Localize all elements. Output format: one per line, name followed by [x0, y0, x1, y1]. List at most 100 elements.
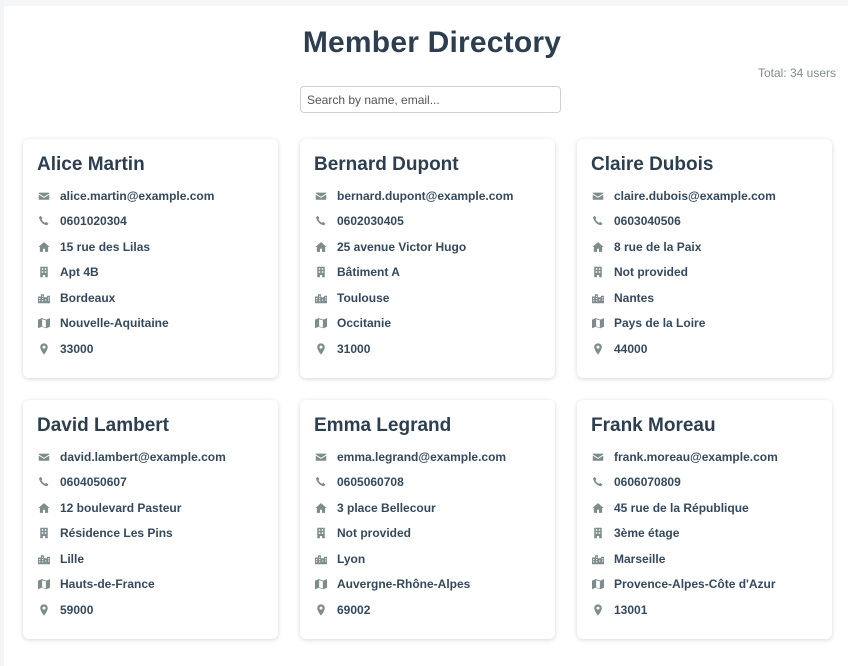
page-title: Member Directory	[302, 26, 562, 59]
member-region: Nouvelle-Aquitaine	[60, 316, 169, 331]
member-postal-code: 31000	[337, 341, 371, 356]
member-region: Auvergne-Rhône-Alpes	[337, 577, 471, 592]
member-name: Frank Moreau	[591, 415, 716, 436]
member-address-row: 15 rue des Lilas	[37, 234, 264, 260]
member-city-row: Lille	[37, 546, 264, 572]
phone-icon	[37, 475, 51, 489]
member-email: frank.moreau@example.com	[614, 449, 778, 464]
member-postal-code-row: 59000	[37, 597, 264, 623]
member-address-line2-row: Bâtiment A	[314, 260, 541, 286]
member-phone: 0602030405	[337, 214, 404, 229]
member-address-row: 25 avenue Victor Hugo	[314, 234, 541, 260]
phone-icon	[314, 475, 328, 489]
home-icon	[37, 501, 51, 515]
city-icon	[591, 552, 605, 566]
member-address-row: 45 rue de la République	[591, 495, 818, 521]
city-icon	[37, 552, 51, 566]
member-phone: 0601020304	[60, 214, 127, 229]
member-postal-code-row: 69002	[314, 597, 541, 623]
phone-icon	[37, 214, 51, 228]
member-address-line2-row: Apt 4B	[37, 260, 264, 286]
member-address-line2: Apt 4B	[60, 265, 99, 280]
member-address: 3 place Bellecour	[337, 500, 436, 515]
home-icon	[37, 240, 51, 254]
member-region-row: Nouvelle-Aquitaine	[37, 311, 264, 337]
location-pin-icon	[37, 603, 51, 617]
city-icon	[591, 291, 605, 305]
email-icon	[314, 450, 328, 464]
member-city: Lyon	[337, 551, 366, 566]
member-postal-code: 59000	[60, 602, 94, 617]
member-region: Occitanie	[337, 316, 392, 331]
location-pin-icon	[591, 342, 605, 356]
email-icon	[591, 189, 605, 203]
member-postal-code-row: 31000	[314, 336, 541, 362]
member-region: Hauts-de-France	[60, 577, 155, 592]
member-address-line2: Bâtiment A	[337, 265, 400, 280]
member-phone: 0606070809	[614, 475, 681, 490]
member-postal-code-row: 44000	[591, 336, 818, 362]
map-icon	[314, 577, 328, 591]
member-phone: 0605060708	[337, 475, 404, 490]
member-region-row: Provence-Alpes-Côte d'Azur	[591, 572, 818, 598]
map-icon	[37, 577, 51, 591]
member-city: Nantes	[614, 290, 655, 305]
map-icon	[591, 316, 605, 330]
member-phone-row: 0603040506	[591, 209, 818, 235]
member-postal-code: 69002	[337, 602, 371, 617]
member-email-row: bernard.dupont@example.com	[314, 183, 541, 209]
phone-icon	[591, 475, 605, 489]
member-address-line2-row: Not provided	[314, 521, 541, 547]
member-phone-row: 0601020304	[37, 209, 264, 235]
member-address-line2: Not provided	[614, 265, 688, 280]
member-region-row: Hauts-de-France	[37, 572, 264, 598]
member-phone: 0603040506	[614, 214, 681, 229]
member-email-row: emma.legrand@example.com	[314, 444, 541, 470]
member-address: 25 avenue Victor Hugo	[337, 239, 467, 254]
member-email: david.lambert@example.com	[60, 449, 226, 464]
member-card: Bernard Dupont bernard.dupont@example.com…	[300, 139, 555, 378]
member-card: Emma Legrand emma.legrand@example.com 0605…	[300, 400, 555, 639]
building-icon	[314, 526, 328, 540]
member-region-row: Occitanie	[314, 311, 541, 337]
member-city-row: Bordeaux	[37, 285, 264, 311]
member-region: Provence-Alpes-Côte d'Azur	[614, 577, 776, 592]
member-address-line2-row: Résidence Les Pins	[37, 521, 264, 547]
map-icon	[314, 316, 328, 330]
email-icon	[37, 450, 51, 464]
city-icon	[37, 291, 51, 305]
member-address: 15 rue des Lilas	[60, 239, 151, 254]
phone-icon	[314, 214, 328, 228]
member-address-row: 8 rue de la Paix	[591, 234, 818, 260]
member-city-row: Marseille	[591, 546, 818, 572]
member-postal-code-row: 33000	[37, 336, 264, 362]
member-address-line2-row: Not provided	[591, 260, 818, 286]
member-city-row: Toulouse	[314, 285, 541, 311]
member-grid: Alice Martin alice.martin@example.com 0601…	[23, 139, 832, 639]
location-pin-icon	[314, 342, 328, 356]
member-address-line2-row: 3ème étage	[591, 521, 818, 547]
member-phone-row: 0605060708	[314, 470, 541, 496]
member-phone: 0604050607	[60, 475, 127, 490]
city-icon	[314, 291, 328, 305]
location-pin-icon	[37, 342, 51, 356]
member-email-row: frank.moreau@example.com	[591, 444, 818, 470]
member-address-row: 3 place Bellecour	[314, 495, 541, 521]
member-name: David Lambert	[37, 415, 169, 436]
member-address: 45 rue de la République	[614, 500, 749, 515]
member-postal-code: 44000	[614, 341, 648, 356]
member-address-line2: Not provided	[337, 526, 411, 541]
member-email-row: david.lambert@example.com	[37, 444, 264, 470]
email-icon	[37, 189, 51, 203]
building-icon	[314, 265, 328, 279]
member-email: emma.legrand@example.com	[337, 449, 507, 464]
member-city-row: Lyon	[314, 546, 541, 572]
member-postal-code-row: 13001	[591, 597, 818, 623]
member-name: Claire Dubois	[591, 154, 714, 175]
member-city-row: Nantes	[591, 285, 818, 311]
building-icon	[591, 265, 605, 279]
member-region: Pays de la Loire	[614, 316, 706, 331]
search-input[interactable]	[300, 86, 561, 113]
building-icon	[37, 526, 51, 540]
member-address-line2: 3ème étage	[614, 526, 680, 541]
